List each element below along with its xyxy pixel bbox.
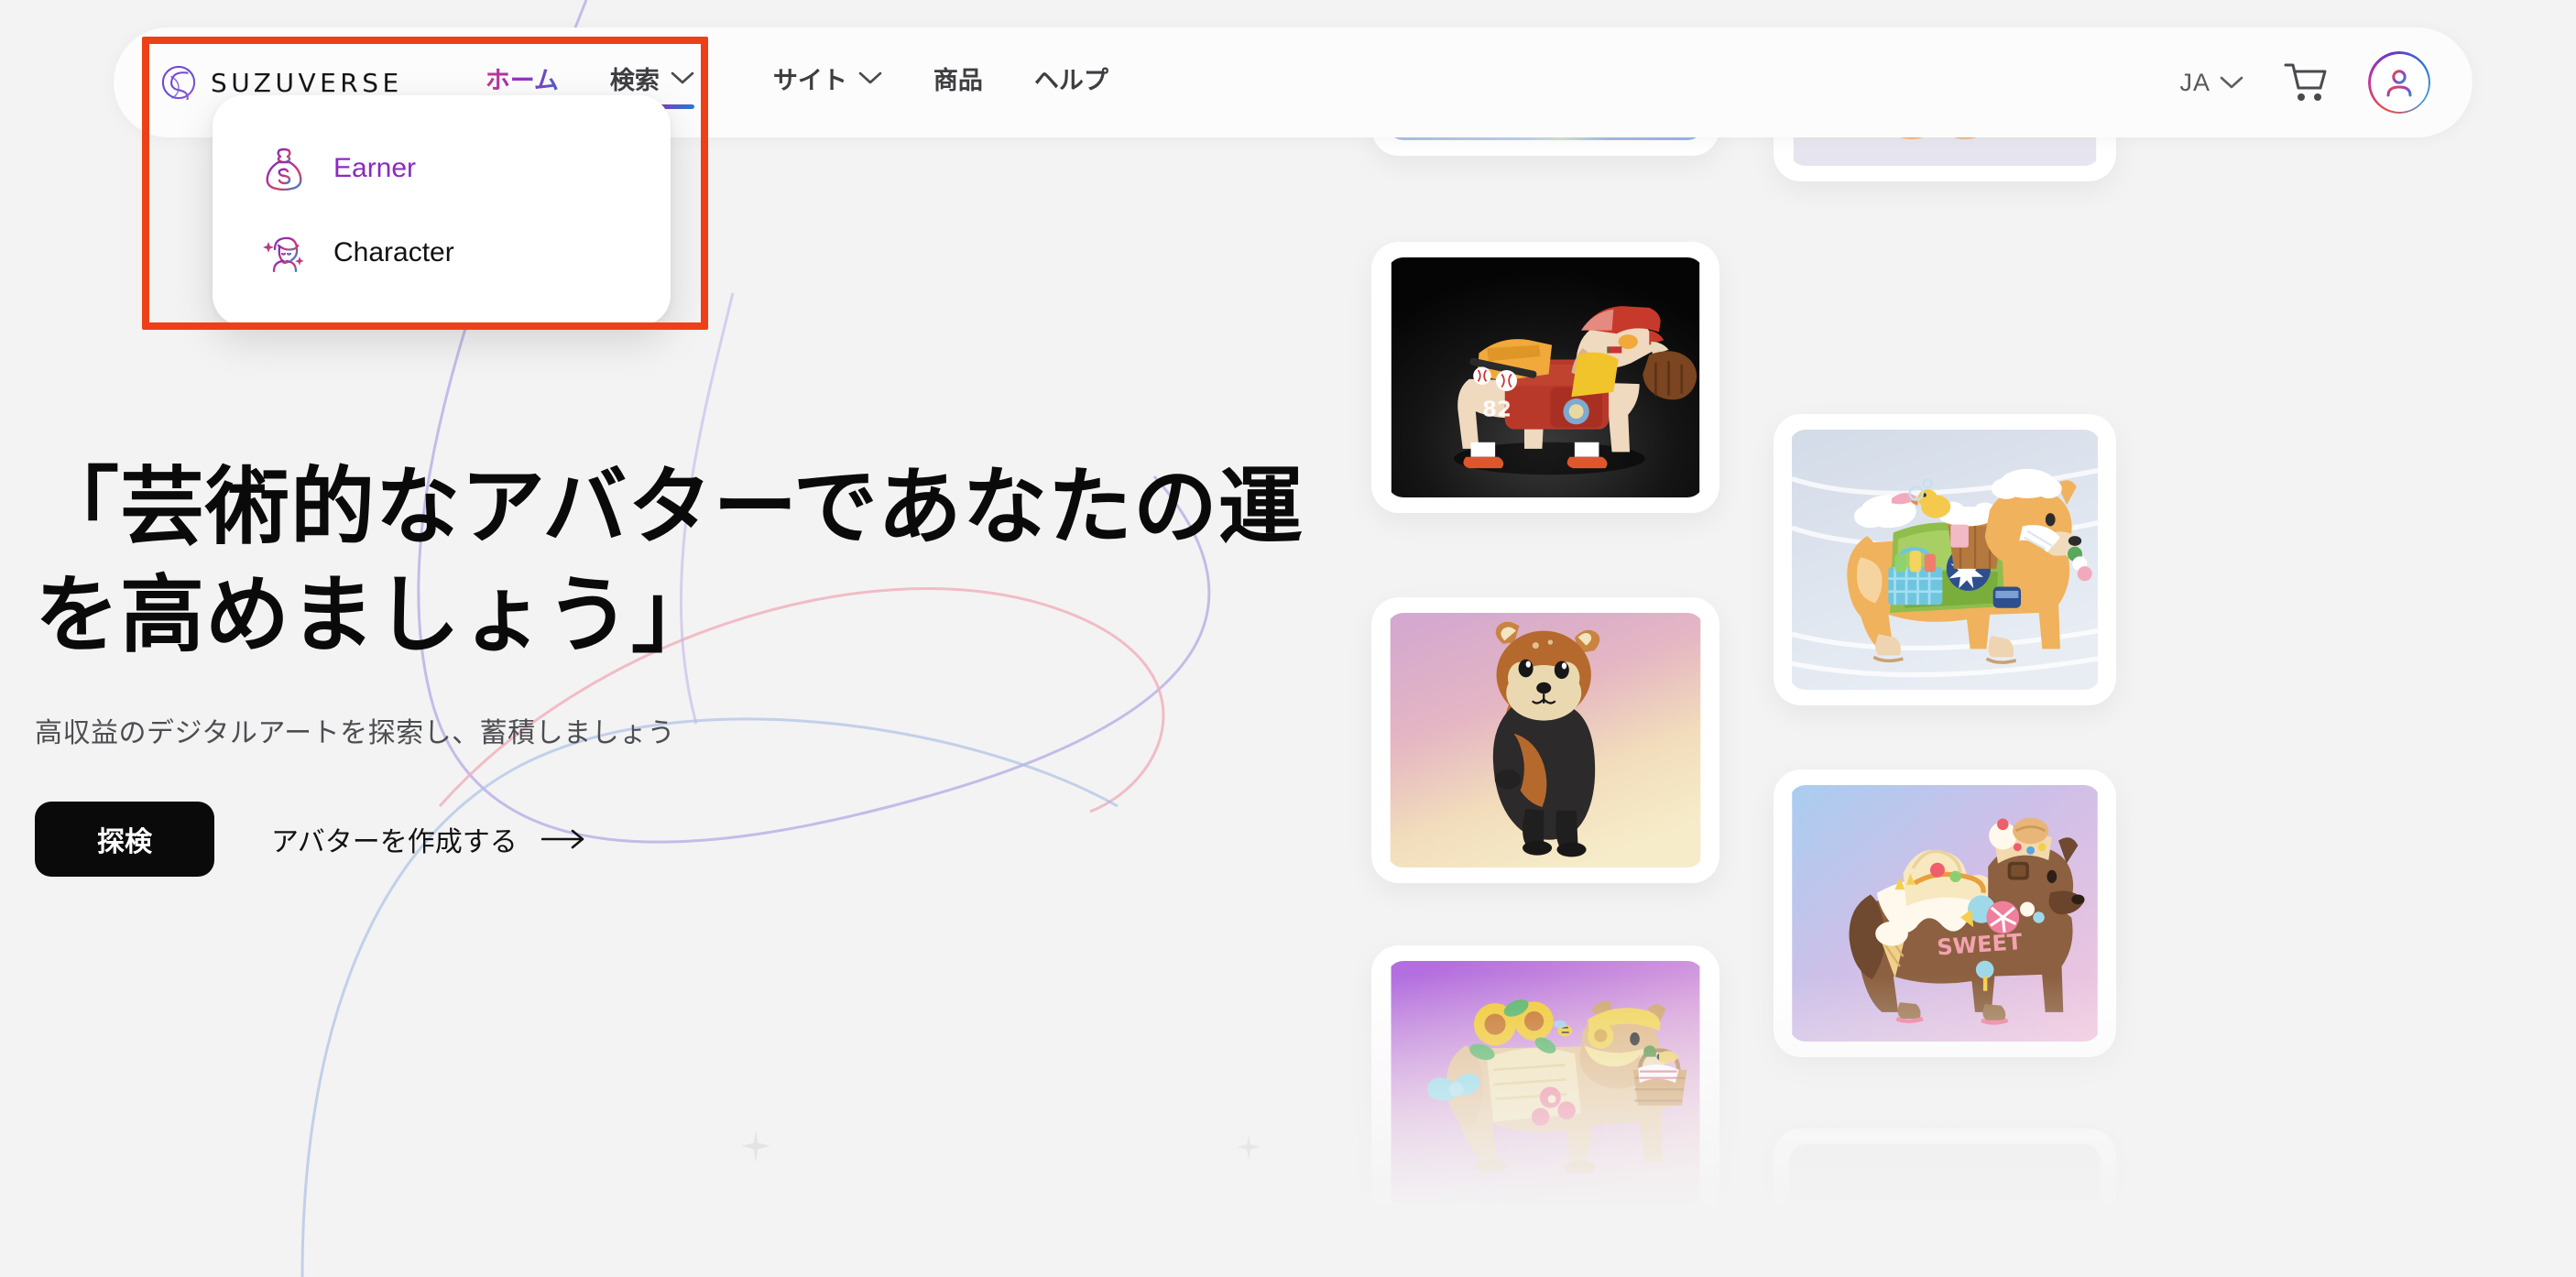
avatar-thumbnail: SWEET (1789, 785, 2101, 1042)
sparkle-icon (1237, 1134, 1261, 1160)
character-avatar-icon (263, 236, 304, 273)
hero-cta-group: 探検 アバターを作成する (35, 801, 1336, 877)
dropdown-item-earner-label: Earner (333, 153, 417, 183)
avatar-thumbnail (1789, 430, 2101, 690)
gallery-card-sweet-dessert-dog-avatar[interactable]: SWEET (1774, 769, 2116, 1057)
extra-avatar-image (1789, 1144, 2101, 1277)
nav-item-home-label: ホーム (485, 66, 559, 94)
svg-text:82: 82 (1482, 398, 1512, 421)
nav-item-site-label: サイト (772, 66, 847, 94)
chevron-down-icon (2220, 76, 2243, 89)
account-button[interactable] (2368, 51, 2430, 114)
gallery-card-red-panda-avatar[interactable] (1371, 597, 1719, 883)
avatar-thumbnail (1387, 961, 1704, 1205)
gallery-card-extra-avatar[interactable] (1774, 1129, 2116, 1277)
dropdown-item-character-label: Character (333, 237, 454, 267)
chevron-down-icon (671, 71, 694, 84)
sweet-dessert-dog-avatar-image: SWEET (1792, 785, 2098, 1042)
hero-section: 「芸術的なアバターであなたの運を高めましょう」 高収益のデジタルアートを探索し、… (35, 453, 1336, 877)
nav-item-products[interactable]: 商品 (908, 55, 1009, 111)
red-panda-avatar-image (1390, 613, 1701, 868)
nav-item-help[interactable]: ヘルプ (1009, 55, 1134, 111)
baseball-dog-avatar-image: 82 (1391, 257, 1700, 497)
explore-button[interactable]: 探検 (35, 801, 214, 877)
create-avatar-label: アバターを作成する (271, 825, 518, 858)
create-avatar-link[interactable]: アバターを作成する (271, 819, 585, 859)
shopping-cart-icon (2284, 63, 2327, 101)
sparkle-icon (741, 1130, 770, 1162)
cart-button[interactable] (2282, 60, 2330, 105)
header-actions: JA (2179, 51, 2430, 114)
nav-item-site[interactable]: サイト (748, 55, 908, 111)
gallery-card-onsen-shiba-avatar[interactable] (1774, 414, 2116, 705)
dropdown-item-earner[interactable]: Earner (213, 126, 671, 211)
avatar-thumbnail (1789, 1144, 2101, 1277)
hero-title: 「芸術的なアバターであなたの運を高めましょう」 (35, 458, 1304, 664)
nav-item-products-label: 商品 (933, 66, 983, 94)
money-bag-icon (266, 147, 302, 191)
gallery-card-baseball-dog-avatar[interactable]: 82 (1371, 242, 1719, 513)
picnic-dog-avatar-image (1391, 961, 1700, 1205)
chevron-down-icon (858, 71, 882, 84)
dropdown-item-character[interactable]: Character (213, 211, 671, 295)
language-selector[interactable]: JA (2179, 69, 2243, 97)
language-label: JA (2179, 68, 2210, 96)
brand-name: SUZUVERSE (211, 67, 403, 98)
avatar-gradient-ring (2368, 51, 2430, 114)
suzuverse-swirl-logo-icon (161, 65, 196, 100)
search-dropdown-menu: Earner Character (213, 95, 671, 326)
page-root: 82 SWEET 「芸術的なアバターであなたの運を高めましょう」 高収益のデジタ… (0, 0, 2576, 1277)
onsen-shiba-avatar-image (1791, 430, 2099, 690)
gallery-card-picnic-dog-avatar[interactable] (1371, 945, 1719, 1220)
nav-item-help-label: ヘルプ (1033, 66, 1108, 94)
arrow-right-icon (540, 829, 584, 848)
avatar-thumbnail (1387, 613, 1704, 868)
avatar-thumbnail: 82 (1387, 257, 1704, 497)
hero-subtitle: 高収益のデジタルアートを探索し、蓄積しましょう (35, 717, 676, 748)
nav-item-search-label: 検索 (609, 66, 660, 94)
